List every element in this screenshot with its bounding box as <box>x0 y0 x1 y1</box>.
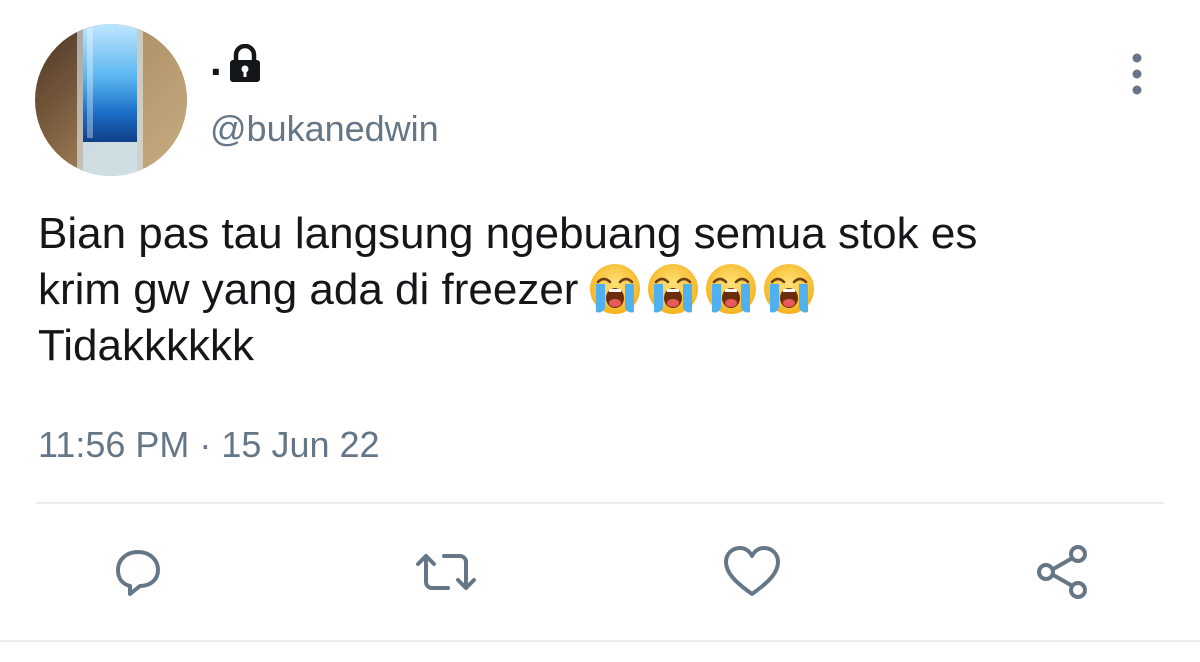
user-handle[interactable]: @bukanedwin <box>210 108 439 150</box>
loudly-crying-face-emoji <box>590 264 641 314</box>
avatar-image <box>35 24 187 176</box>
display-name-text: . <box>210 37 222 84</box>
like-button[interactable] <box>720 540 784 604</box>
loudly-crying-face-emoji <box>648 264 699 314</box>
reply-button[interactable] <box>106 540 170 604</box>
tweet-line-2: krim gw yang ada di freezer <box>38 262 1168 318</box>
display-name[interactable]: . <box>210 36 262 86</box>
tweet-line-3: Tidakkkkkk <box>38 321 254 370</box>
reply-icon <box>116 550 160 596</box>
like-icon <box>724 546 780 596</box>
share-button[interactable] <box>1030 540 1094 604</box>
more-options-icon[interactable] <box>1122 50 1152 98</box>
retweet-button[interactable] <box>414 540 478 604</box>
emoji-row <box>578 264 816 314</box>
avatar[interactable] <box>35 24 187 176</box>
lock-icon <box>229 44 260 82</box>
retweet-icon <box>416 554 476 590</box>
action-bar <box>0 540 1200 604</box>
tweet-text: Bian pas tau langsung ngebuang semua sto… <box>38 206 1168 374</box>
loudly-crying-face-emoji <box>706 264 757 314</box>
loudly-crying-face-emoji <box>764 264 815 314</box>
divider <box>36 502 1164 504</box>
bottom-divider <box>0 640 1200 642</box>
tweet-timestamp[interactable]: 11:56 PM · 15 Jun 22 <box>38 424 380 466</box>
tweet-line-1: Bian pas tau langsung ngebuang semua sto… <box>38 209 978 258</box>
tweet-line-2-text: krim gw yang ada di freezer <box>38 265 579 314</box>
share-icon <box>1037 545 1087 599</box>
